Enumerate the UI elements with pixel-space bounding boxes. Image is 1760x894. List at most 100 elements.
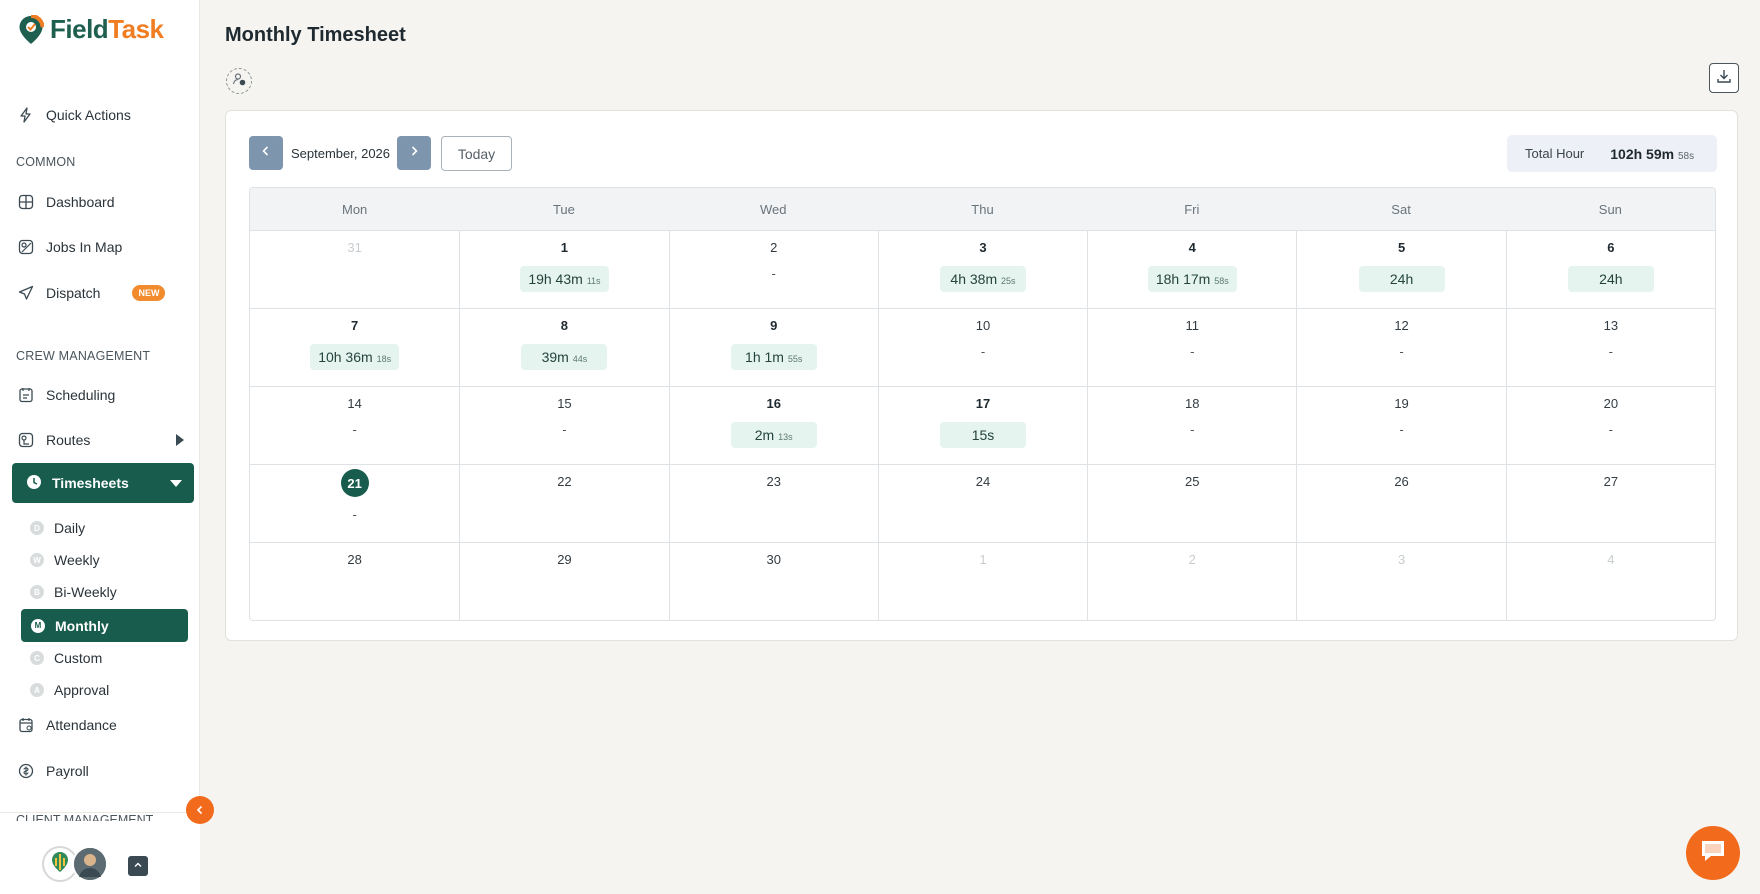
day-hours-chip[interactable]: 18h 17m 58s xyxy=(1147,266,1237,292)
day-number: 16 xyxy=(766,396,781,411)
subnav-weekly[interactable]: W Weekly xyxy=(30,547,100,573)
company-logo-icon xyxy=(49,850,71,879)
nav-dashboard[interactable]: Dashboard xyxy=(16,184,184,220)
calendar-day-cell[interactable]: 4 18h 17m 58s xyxy=(1087,231,1296,308)
calendar-day-cell[interactable]: 1 19h 43m 11s xyxy=(459,231,668,308)
weekday-label: Tue xyxy=(552,201,575,217)
calendar-day-cell[interactable]: 30 xyxy=(668,543,878,620)
seconds-value: 18s xyxy=(376,354,392,364)
nav-label: Payroll xyxy=(46,763,89,779)
calendar-day-cell[interactable]: 12 - xyxy=(1296,309,1505,386)
subnav-label: Daily xyxy=(54,520,86,536)
no-hours-dash: - xyxy=(352,507,357,522)
day-hours-chip[interactable]: 4h 38m 25s xyxy=(939,266,1026,292)
subnav-monthly[interactable]: M Monthly xyxy=(21,609,188,642)
current-month-label: September, 2026 xyxy=(291,146,391,161)
today-button[interactable]: Today xyxy=(441,136,512,171)
day-hours-chip[interactable]: 10h 36m 18s xyxy=(310,344,400,370)
calendar-day-cell[interactable]: 7 10h 36m 18s xyxy=(250,309,459,386)
map-icon xyxy=(16,237,36,257)
calendar-day-cell[interactable]: 4 xyxy=(1505,543,1715,620)
nav-jobs-in-map[interactable]: Jobs In Map xyxy=(16,229,184,265)
calendar-day-cell[interactable]: 3 4h 38m 25s xyxy=(877,231,1087,308)
nav-label: Dispatch xyxy=(46,285,101,301)
day-hours-chip[interactable]: 24h xyxy=(1358,266,1445,292)
day-hours-chip[interactable]: 24h xyxy=(1567,266,1654,292)
hours-value: 1h 1m xyxy=(745,349,784,365)
hours-value: 19h 43m xyxy=(528,271,583,287)
calendar-day-cell[interactable]: 11 - xyxy=(1087,309,1296,386)
calendar-day-cell[interactable]: 2- xyxy=(668,231,878,308)
chat-support-button[interactable] xyxy=(1686,826,1740,880)
prev-month-button[interactable] xyxy=(249,136,283,170)
subnav-daily[interactable]: D Daily xyxy=(30,515,85,541)
calendar-day-cell[interactable]: 9 1h 1m 55s xyxy=(668,309,878,386)
subnav-approval[interactable]: A Approval xyxy=(30,677,109,703)
attendance-calendar-icon xyxy=(16,715,36,735)
calendar-day-cell[interactable]: 19 - xyxy=(1296,387,1505,464)
calendar-day-cell[interactable]: 22 xyxy=(459,465,668,542)
calendar-day-cell[interactable]: 28 xyxy=(250,543,459,620)
calendar-day-cell[interactable]: 25 xyxy=(1087,465,1296,542)
calendar-day-cell[interactable]: 20 - xyxy=(1505,387,1715,464)
user-photo-icon xyxy=(74,848,106,880)
nav-payroll[interactable]: Payroll xyxy=(16,753,184,789)
day-hours-chip[interactable]: 39m 44s xyxy=(521,344,608,370)
nav-quick-actions[interactable]: Quick Actions xyxy=(16,97,184,133)
calendar-day-cell[interactable]: 23 xyxy=(668,465,878,542)
calendar-day-cell[interactable]: 10 - xyxy=(877,309,1087,386)
nav-attendance[interactable]: Attendance xyxy=(16,707,184,743)
download-button[interactable] xyxy=(1709,63,1739,93)
calendar-day-cell[interactable]: 13 - xyxy=(1505,309,1715,386)
user-filter-button[interactable] xyxy=(226,68,252,94)
calendar-day-cell[interactable]: 29 xyxy=(459,543,668,620)
weekday-label: Thu xyxy=(971,201,994,217)
day-number: 24 xyxy=(975,474,991,489)
calendar-day-cell[interactable]: 26 xyxy=(1296,465,1505,542)
day-hours-chip[interactable]: 15s xyxy=(939,422,1026,448)
calendar-day-cell[interactable]: 27 xyxy=(1505,465,1715,542)
footer-expand-button[interactable] xyxy=(128,856,148,876)
user-avatar[interactable] xyxy=(72,846,108,882)
section-label-client: CLIENT MANAGEMENT xyxy=(16,813,154,821)
calendar-day-cell[interactable]: 3 xyxy=(1296,543,1505,620)
calendar-day-cell[interactable]: 2 xyxy=(1087,543,1296,620)
next-month-button[interactable] xyxy=(397,136,431,170)
calendar-day-cell[interactable]: 17 15s xyxy=(877,387,1087,464)
calendar-day-cell[interactable]: 18 - xyxy=(1087,387,1296,464)
subnav-bi-weekly[interactable]: B Bi-Weekly xyxy=(30,579,117,605)
nav-routes[interactable]: Routes xyxy=(16,422,184,458)
calendar-day-cell[interactable]: 14 - xyxy=(250,387,459,464)
calendar-day-cell[interactable]: 5 24h xyxy=(1296,231,1505,308)
calendar-day-cell[interactable]: 1 xyxy=(877,543,1087,620)
day-number: 28 xyxy=(347,552,362,567)
no-hours-dash: - xyxy=(980,344,986,359)
calendar-day-cell[interactable]: 16 2m 13s xyxy=(668,387,878,464)
no-hours-dash: - xyxy=(352,422,357,437)
day-hours-chip[interactable]: 2m 13s xyxy=(730,422,817,448)
total-hours-summary: Total Hour 102h 59m 58s xyxy=(1507,135,1717,172)
no-hours-dash: - xyxy=(1190,344,1195,359)
calendar-week-row: 7 10h 36m 18s 8 39m 44s 9 1h 1m 55s 10-11-12-1… xyxy=(250,308,1715,386)
day-hours-chip[interactable]: 1h 1m 55s xyxy=(730,344,817,370)
calendar-day-cell[interactable]: 24 xyxy=(877,465,1087,542)
nav-timesheets[interactable]: Timesheets xyxy=(12,463,194,503)
expand-arrow-icon[interactable] xyxy=(176,434,184,446)
calendar-day-cell[interactable]: 21 - xyxy=(250,465,459,542)
calendar-day-cell[interactable]: 15 - xyxy=(459,387,668,464)
weekday-label: Sat xyxy=(1391,201,1411,217)
nav-scheduling[interactable]: Scheduling xyxy=(16,377,184,413)
new-badge: NEW xyxy=(132,285,166,301)
app-logo[interactable]: FieldTask xyxy=(18,13,164,45)
calendar-day-cell[interactable]: 8 39m 44s xyxy=(459,309,668,386)
day-number: 13 xyxy=(1603,318,1619,333)
calendar-day-cell[interactable]: 31 xyxy=(250,231,459,308)
nav-dispatch[interactable]: Dispatch NEW xyxy=(16,275,184,311)
calendar-day-cell[interactable]: 6 24h xyxy=(1505,231,1715,308)
collapse-sidebar-button[interactable] xyxy=(186,796,214,824)
seconds-value: 11s xyxy=(586,276,601,286)
day-hours-chip[interactable]: 19h 43m 11s xyxy=(520,266,609,292)
subnav-custom[interactable]: C Custom xyxy=(30,645,102,671)
subnav-letter: D xyxy=(30,521,44,535)
day-number: 23 xyxy=(766,474,781,489)
